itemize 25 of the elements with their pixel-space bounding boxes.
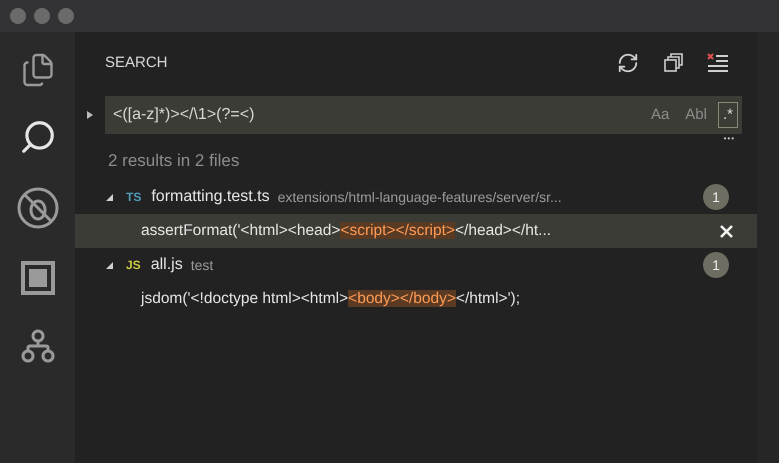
refresh-icon[interactable] bbox=[617, 52, 639, 74]
match-row[interactable]: jsdom('<!doctype html><html><body></body></html>'); bbox=[75, 282, 757, 316]
match-count: 1 bbox=[703, 184, 729, 210]
expand-replace-icon[interactable] bbox=[86, 110, 94, 120]
file-type-label: TS bbox=[126, 189, 142, 206]
panel-title: SEARCH bbox=[105, 52, 169, 73]
file-type-label: JS bbox=[126, 257, 141, 274]
collapse-all-icon[interactable] bbox=[663, 53, 683, 73]
file-name[interactable]: formatting.test.ts bbox=[151, 185, 270, 209]
expand-arrow-icon[interactable] bbox=[105, 192, 114, 202]
file-name[interactable]: all.js bbox=[150, 253, 183, 277]
more-options[interactable]: ••• bbox=[724, 133, 735, 145]
match-row[interactable]: assertFormat('<html><head><script></script></head></ht... bbox=[75, 214, 757, 248]
dismiss-icon[interactable] bbox=[720, 224, 733, 238]
match-count: 1 bbox=[703, 252, 729, 278]
file-path: extensions/html-language-features/server/sr... bbox=[278, 188, 563, 207]
results-summary: 2 results in 2 files bbox=[107, 150, 240, 172]
search-option-toggle[interactable]: .* bbox=[718, 102, 738, 128]
match-text: assertFormat('<html><head><script></script></head></ht... bbox=[141, 221, 552, 242]
clear-results-icon[interactable] bbox=[707, 52, 729, 74]
expand-arrow-icon[interactable] bbox=[105, 260, 114, 270]
file-path: test bbox=[190, 256, 214, 274]
extensions-icon[interactable] bbox=[20, 260, 56, 296]
search-field[interactable]: <([a-z]*)></\1>(?=<) Aa Abl .* bbox=[105, 96, 742, 134]
match-text: jsdom('<!doctype html><html><body></body></html>'); bbox=[141, 289, 522, 310]
